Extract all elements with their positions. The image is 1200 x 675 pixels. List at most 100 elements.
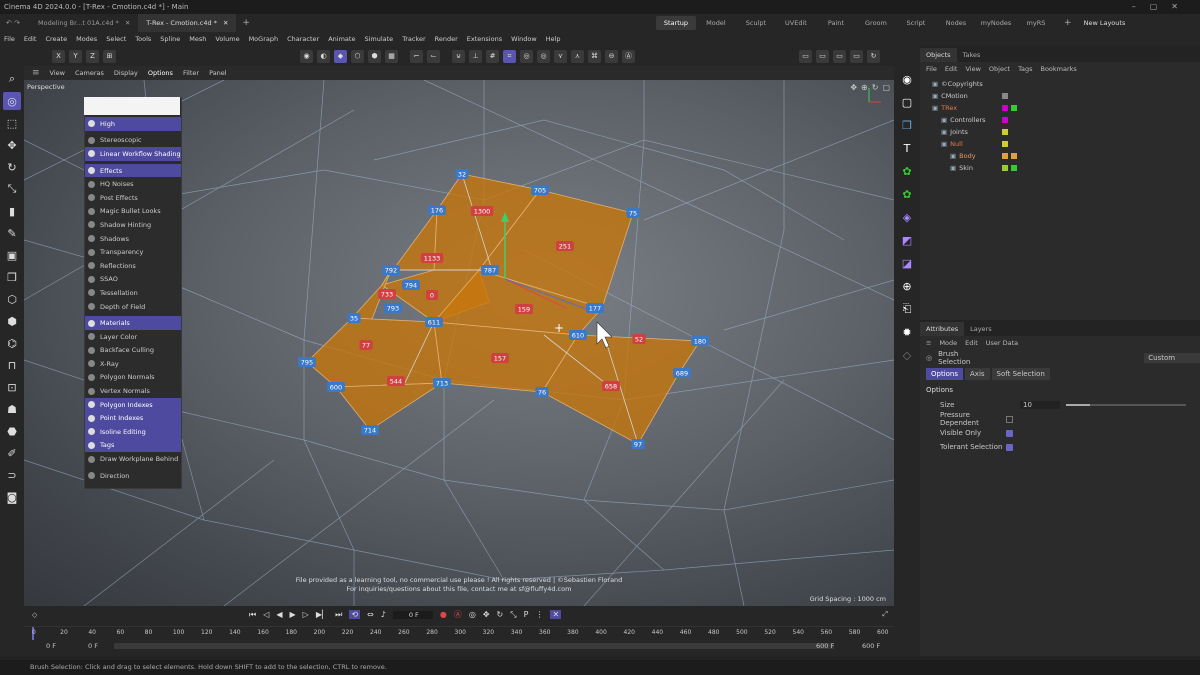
- knife-icon[interactable]: ⌬: [3, 334, 21, 352]
- menu-item[interactable]: Window: [511, 35, 537, 43]
- options-menu-item[interactable]: Vertex Normals: [85, 384, 181, 398]
- layout-sculpt[interactable]: Sculpt: [736, 19, 776, 27]
- object-row[interactable]: ▣ CMotion: [920, 90, 1200, 102]
- viewport-menu-item[interactable]: Options: [148, 69, 173, 77]
- rotate-icon[interactable]: ↻: [3, 158, 21, 176]
- prev-frame-icon[interactable]: ◀: [276, 610, 282, 619]
- options-menu-item[interactable]: X-Ray: [85, 357, 181, 371]
- camera-object-icon[interactable]: ⎗: [897, 299, 917, 319]
- render-queue-icon[interactable]: ▭: [833, 49, 846, 63]
- menu-item[interactable]: Simulate: [364, 35, 393, 43]
- object-row[interactable]: ▣ Null: [920, 138, 1200, 150]
- tab-layers[interactable]: Layers: [964, 322, 998, 336]
- object-row[interactable]: ▣ Body: [920, 150, 1200, 162]
- render-view-icon[interactable]: ◎: [520, 49, 533, 63]
- object-row[interactable]: ▣ ©Copyrights: [920, 78, 1200, 90]
- object-icon[interactable]: ▣: [3, 246, 21, 264]
- bridge-icon[interactable]: ⊓: [3, 356, 21, 374]
- 3d-viewport[interactable]: + 32 705 176 1300 75 251 792 1133 787 733 794 0 793 1…: [24, 80, 894, 606]
- scale-icon[interactable]: ⤡: [3, 180, 21, 198]
- range-slider[interactable]: [114, 643, 834, 649]
- magnet-icon[interactable]: ⊃: [3, 466, 21, 484]
- stop-icon[interactable]: ⊖: [605, 49, 618, 63]
- environment-icon[interactable]: ⊕: [897, 276, 917, 296]
- coordinate-system-icon[interactable]: ⊞: [103, 49, 116, 63]
- render-settings-icon[interactable]: ▭: [850, 49, 863, 63]
- object-tag-icon[interactable]: [1002, 117, 1009, 123]
- key-pos-icon[interactable]: ✥: [483, 610, 490, 619]
- move-view-icon[interactable]: ✥: [850, 83, 857, 92]
- menu-item[interactable]: Animate: [328, 35, 355, 43]
- layout-startup[interactable]: Startup: [655, 16, 696, 30]
- options-menu-item[interactable]: Layer Color: [85, 330, 181, 344]
- key-scale-icon[interactable]: ⤡: [510, 610, 516, 620]
- menu-item[interactable]: MoGraph: [249, 35, 279, 43]
- menu-item[interactable]: Mesh: [189, 35, 206, 43]
- mask-icon[interactable]: ☗: [3, 400, 21, 418]
- camera-icon[interactable]: ◉: [897, 69, 917, 89]
- workplane-icon[interactable]: ⊥: [469, 49, 482, 63]
- render-active-icon[interactable]: ▭: [816, 49, 829, 63]
- objects-menu-item[interactable]: Object: [989, 65, 1010, 73]
- object-name[interactable]: CMotion: [941, 92, 999, 100]
- bevel-icon[interactable]: ⬣: [3, 422, 21, 440]
- object-name[interactable]: Controllers: [950, 116, 999, 124]
- tab-takes[interactable]: Takes: [957, 48, 987, 62]
- options-menu-item[interactable]: High: [85, 117, 181, 131]
- search-icon[interactable]: ⌕: [3, 70, 21, 88]
- object-name[interactable]: Skin: [959, 164, 999, 172]
- options-menu-item[interactable]: Transparency: [85, 245, 181, 259]
- add-layout-icon[interactable]: +: [1056, 18, 1080, 28]
- close-icon[interactable]: ✕: [125, 19, 130, 27]
- record-icon[interactable]: ●: [440, 610, 447, 619]
- attributes-menu-item[interactable]: Mode: [939, 339, 957, 347]
- light-icon[interactable]: ✹: [897, 322, 917, 342]
- menu-item[interactable]: Character: [287, 35, 319, 43]
- cube-icon[interactable]: ❒: [3, 268, 21, 286]
- visible-checkbox[interactable]: [1006, 429, 1013, 437]
- text-icon[interactable]: T: [897, 138, 917, 158]
- tag-icon[interactable]: ◇: [897, 345, 917, 365]
- grid-icon[interactable]: #: [486, 49, 499, 63]
- selection-grid-icon[interactable]: ⌗: [503, 49, 516, 63]
- object-name[interactable]: TRex: [941, 104, 999, 112]
- layout-paint[interactable]: Paint: [816, 19, 856, 27]
- object-tag-icon[interactable]: [1011, 153, 1018, 159]
- key-pla-icon[interactable]: ✕: [550, 610, 562, 619]
- preset-select[interactable]: Custom: [1144, 353, 1200, 363]
- object-row[interactable]: ▣ Joints: [920, 126, 1200, 138]
- key-param-icon[interactable]: P: [524, 610, 529, 619]
- play-icon[interactable]: ▶: [290, 610, 296, 619]
- options-menu-item[interactable]: Tessellation: [85, 286, 181, 300]
- deformer-icon[interactable]: ◈: [897, 207, 917, 227]
- pressure-checkbox[interactable]: [1006, 415, 1013, 423]
- object-tag-icon[interactable]: [1002, 165, 1009, 171]
- menu-item[interactable]: Volume: [215, 35, 239, 43]
- options-menu-item[interactable]: Effects: [85, 163, 181, 178]
- end-preview-frame[interactable]: 600 F: [816, 642, 834, 650]
- range-icon[interactable]: ⇔: [367, 610, 374, 619]
- object-tag-icon[interactable]: [1002, 105, 1009, 111]
- brush-icon[interactable]: ✎: [3, 224, 21, 242]
- object-row[interactable]: ▣ TRex: [920, 102, 1200, 114]
- attributes-menu-item[interactable]: Edit: [965, 339, 978, 347]
- options-menu-item[interactable]: Linear Workflow Shading: [85, 147, 181, 161]
- go-start-icon[interactable]: ⏮: [249, 610, 256, 620]
- options-menu-item[interactable]: Backface Culling: [85, 344, 181, 358]
- generator-icon[interactable]: ✿: [897, 161, 917, 181]
- layout-groom[interactable]: Groom: [856, 19, 896, 27]
- zoom-view-icon[interactable]: ⊕: [861, 83, 868, 92]
- attributes-menu-item[interactable]: User Data: [986, 339, 1018, 347]
- options-menu-item[interactable]: Reflections: [85, 259, 181, 273]
- layout-mynodes[interactable]: myNodes: [976, 19, 1016, 27]
- field-icon[interactable]: ◩: [897, 230, 917, 250]
- points-mode-icon[interactable]: ⬡: [351, 49, 364, 63]
- refresh-icon[interactable]: ↻: [867, 49, 880, 63]
- start-preview-frame[interactable]: 0 F: [88, 642, 98, 650]
- auto-key-icon[interactable]: Ⓐ: [454, 609, 462, 620]
- sound-icon[interactable]: ♪: [381, 610, 386, 619]
- options-menu-item[interactable]: Tags: [85, 438, 181, 453]
- add-tab-icon[interactable]: +: [236, 18, 256, 28]
- menu-item[interactable]: Extensions: [467, 35, 502, 43]
- objects-menu-item[interactable]: File: [926, 65, 937, 73]
